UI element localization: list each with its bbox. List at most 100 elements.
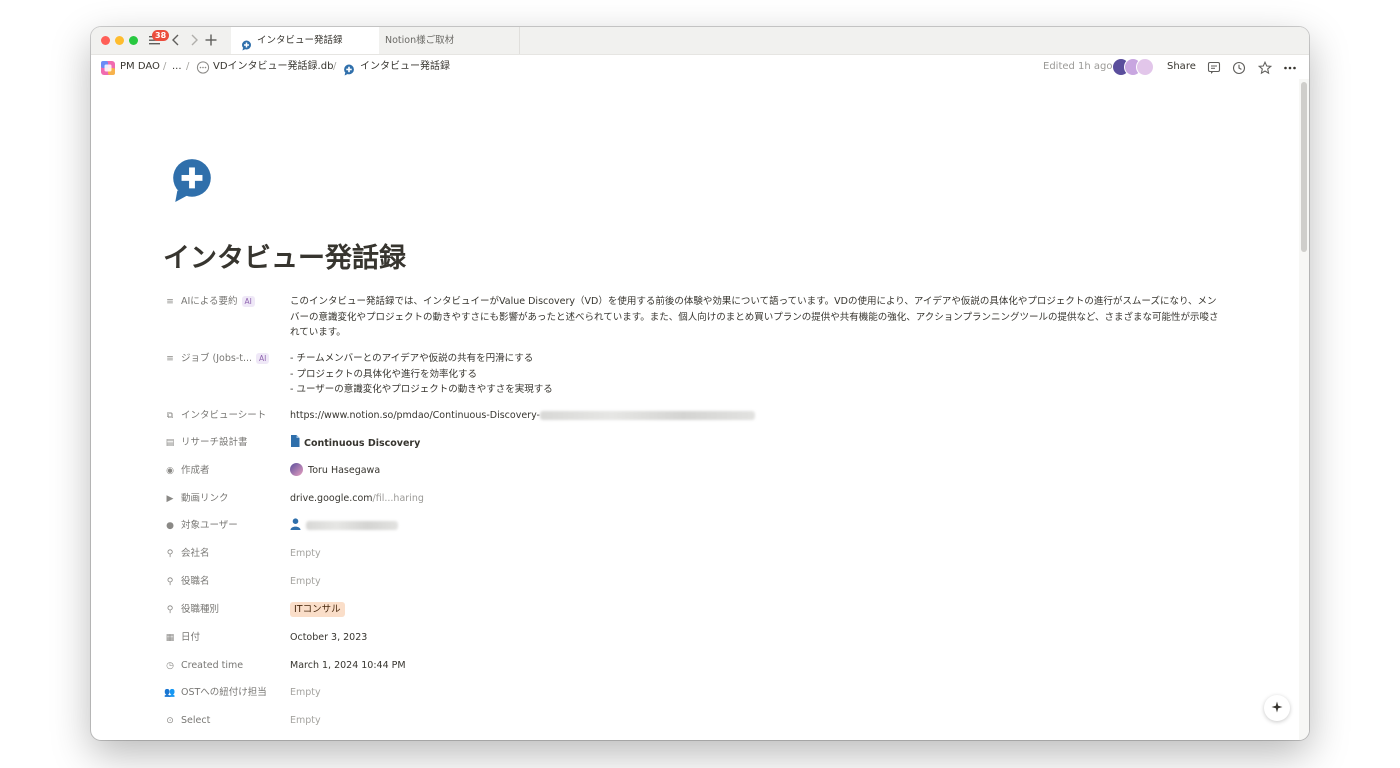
clock-icon[interactable]: [1232, 60, 1246, 79]
people-icon: 👥: [164, 688, 176, 698]
chat-bubble-icon: [196, 60, 210, 79]
breadcrumb-workspace[interactable]: PM DAO: [120, 61, 160, 73]
tab-interview-log[interactable]: インタビュー発話録: [231, 27, 379, 54]
property-select: ⊙ Select Empty: [164, 711, 1224, 731]
property-value[interactable]: March 1, 2024 10:44 PM: [290, 656, 1224, 674]
property-value[interactable]: このインタビュー発話録では、インタビュイーがValue Discovery（VD…: [290, 292, 1224, 341]
property-value[interactable]: - チームメンバーとのアイデアや仮説の共有を円滑にする - プロジェクトの具体化…: [290, 349, 1224, 398]
breadcrumb-separator: /: [333, 61, 337, 72]
job-line: - ユーザーの意識変化やプロジェクトの動きやすさを実現する: [290, 384, 553, 395]
minimize-window-button[interactable]: [115, 36, 124, 45]
property-name[interactable]: 👥 OSTへの紐付け担当: [164, 683, 279, 703]
text-lines-icon: ≡: [166, 354, 174, 364]
property-name[interactable]: ▤ リサーチ設計書: [164, 433, 279, 453]
comment-icon[interactable]: [1207, 60, 1221, 79]
ai-badge: AI: [256, 353, 270, 364]
url-link[interactable]: drive.google.com: [290, 493, 373, 504]
property-name[interactable]: ⚲ 役職名: [164, 572, 279, 592]
app-window: 38 インタビュー発話録 Notion様ご取材 PM DAO / ... / V…: [91, 27, 1309, 740]
tab-bar: 38 インタビュー発話録 Notion様ご取材: [91, 27, 1309, 55]
redacted-text: [539, 411, 755, 420]
ai-badge: AI: [241, 296, 255, 307]
property-company: ⚲ 会社名 Empty: [164, 544, 1224, 564]
property-name[interactable]: ● 対象ユーザー: [164, 516, 279, 536]
property-name[interactable]: ◉ 作成者: [164, 461, 279, 481]
url-link[interactable]: https://www.notion.so/pmdao/Continuous-D…: [290, 410, 540, 421]
close-window-button[interactable]: [101, 36, 110, 45]
redacted-text: [306, 521, 398, 530]
clock-icon: ◷: [166, 661, 174, 671]
person-circle-icon: ◉: [166, 466, 174, 476]
more-options-icon[interactable]: [1283, 60, 1297, 79]
video-icon: ▶: [166, 494, 174, 504]
breadcrumb-ellipsis[interactable]: ...: [172, 61, 182, 73]
property-value[interactable]: ITコンサル: [290, 600, 1224, 618]
url-suffix[interactable]: /fil...haring: [373, 493, 424, 504]
scrollbar-thumb[interactable]: [1301, 82, 1307, 252]
property-value[interactable]: Empty: [290, 544, 1224, 562]
property-video-link: ▶ 動画リンク drive.google.com/fil...haring: [164, 489, 1224, 509]
property-name[interactable]: ▶ 動画リンク: [164, 489, 279, 509]
share-button[interactable]: Share: [1167, 61, 1196, 73]
property-value[interactable]: [290, 516, 1224, 536]
forward-arrow-icon[interactable]: [189, 30, 199, 56]
breadcrumb-separator: /: [186, 61, 190, 72]
speech-bubble-plus-icon: [173, 159, 211, 202]
search-icon: ⚲: [166, 605, 174, 615]
property-name[interactable]: ⊙ Select: [164, 711, 279, 731]
top-bar: PM DAO / ... / VDインタビュー発話録.db / インタビュー発話…: [91, 55, 1309, 79]
property-value[interactable]: https://www.notion.so/pmdao/Continuous-D…: [290, 406, 1224, 424]
ai-assistant-button[interactable]: [1264, 695, 1290, 721]
property-name[interactable]: ⧉ インタビューシート: [164, 406, 279, 426]
sparkle-icon: [1271, 701, 1283, 713]
tag-chip[interactable]: ITコンサル: [290, 602, 345, 617]
property-name[interactable]: ◷ Created time: [164, 656, 279, 676]
zoom-window-button[interactable]: [129, 36, 138, 45]
page-icon[interactable]: [169, 157, 215, 207]
plus-icon[interactable]: [205, 30, 217, 56]
relation-icon: ⧉: [166, 411, 174, 421]
calendar-icon: ▦: [165, 633, 175, 643]
breadcrumb-page[interactable]: インタビュー発話録: [360, 61, 450, 73]
linked-page[interactable]: Continuous Discovery: [304, 438, 420, 449]
property-name[interactable]: ≡ AIによる要約 AI: [164, 292, 279, 312]
property-jobs: ≡ ジョブ (Jobs-t... AI - チームメンバーとのアイデアや仮説の共有を…: [164, 349, 1224, 399]
person-name[interactable]: Toru Hasegawa: [308, 465, 380, 476]
property-value[interactable]: Empty: [290, 711, 1224, 729]
property-value[interactable]: Empty: [290, 683, 1224, 701]
property-job-title: ⚲ 役職名 Empty: [164, 572, 1224, 592]
property-value[interactable]: Empty: [290, 572, 1224, 590]
tab-notion-interview[interactable]: Notion様ご取材: [371, 27, 520, 54]
edited-status: Edited 1h ago: [1043, 61, 1113, 72]
star-icon[interactable]: [1257, 60, 1273, 79]
tab-label: Notion様ご取材: [385, 35, 455, 46]
property-ost-owner: 👥 OSTへの紐付け担当 Empty: [164, 683, 1224, 703]
property-name[interactable]: ▦ 日付: [164, 628, 279, 648]
property-value[interactable]: drive.google.com/fil...haring: [290, 489, 1224, 507]
avatar[interactable]: [1136, 58, 1154, 76]
property-value[interactable]: Continuous Discovery: [290, 433, 1224, 453]
select-circle-icon: ⊙: [166, 716, 174, 726]
notification-badge: 38: [152, 30, 170, 41]
person-icon: ●: [166, 521, 174, 531]
document-icon: ▤: [165, 438, 175, 448]
search-icon: ⚲: [166, 577, 174, 587]
property-author: ◉ 作成者 Toru Hasegawa: [164, 461, 1224, 481]
workspace-logo-icon: [101, 60, 115, 79]
property-name[interactable]: ⚲ 会社名: [164, 544, 279, 564]
avatar: [290, 463, 303, 476]
page-title[interactable]: インタビュー発話録: [163, 235, 406, 283]
property-date: ▦ 日付 October 3, 2023: [164, 628, 1224, 648]
property-value[interactable]: October 3, 2023: [290, 628, 1224, 646]
job-line: - チームメンバーとのアイデアや仮説の共有を円滑にする: [290, 353, 534, 364]
property-value[interactable]: Toru Hasegawa: [290, 461, 1224, 479]
property-interview-sheet: ⧉ インタビューシート https://www.notion.so/pmdao/C…: [164, 406, 1224, 426]
property-target-user: ● 対象ユーザー: [164, 516, 1224, 536]
back-arrow-icon[interactable]: [171, 30, 181, 56]
speech-bubble-plus-icon: [343, 61, 355, 80]
property-name[interactable]: ⚲ 役職種別: [164, 600, 279, 620]
person-icon: [290, 518, 301, 536]
property-name[interactable]: ≡ ジョブ (Jobs-t... AI: [164, 349, 279, 369]
tab-label: インタビュー発話録: [257, 35, 343, 46]
breadcrumb-database[interactable]: VDインタビュー発話録.db: [213, 61, 333, 73]
